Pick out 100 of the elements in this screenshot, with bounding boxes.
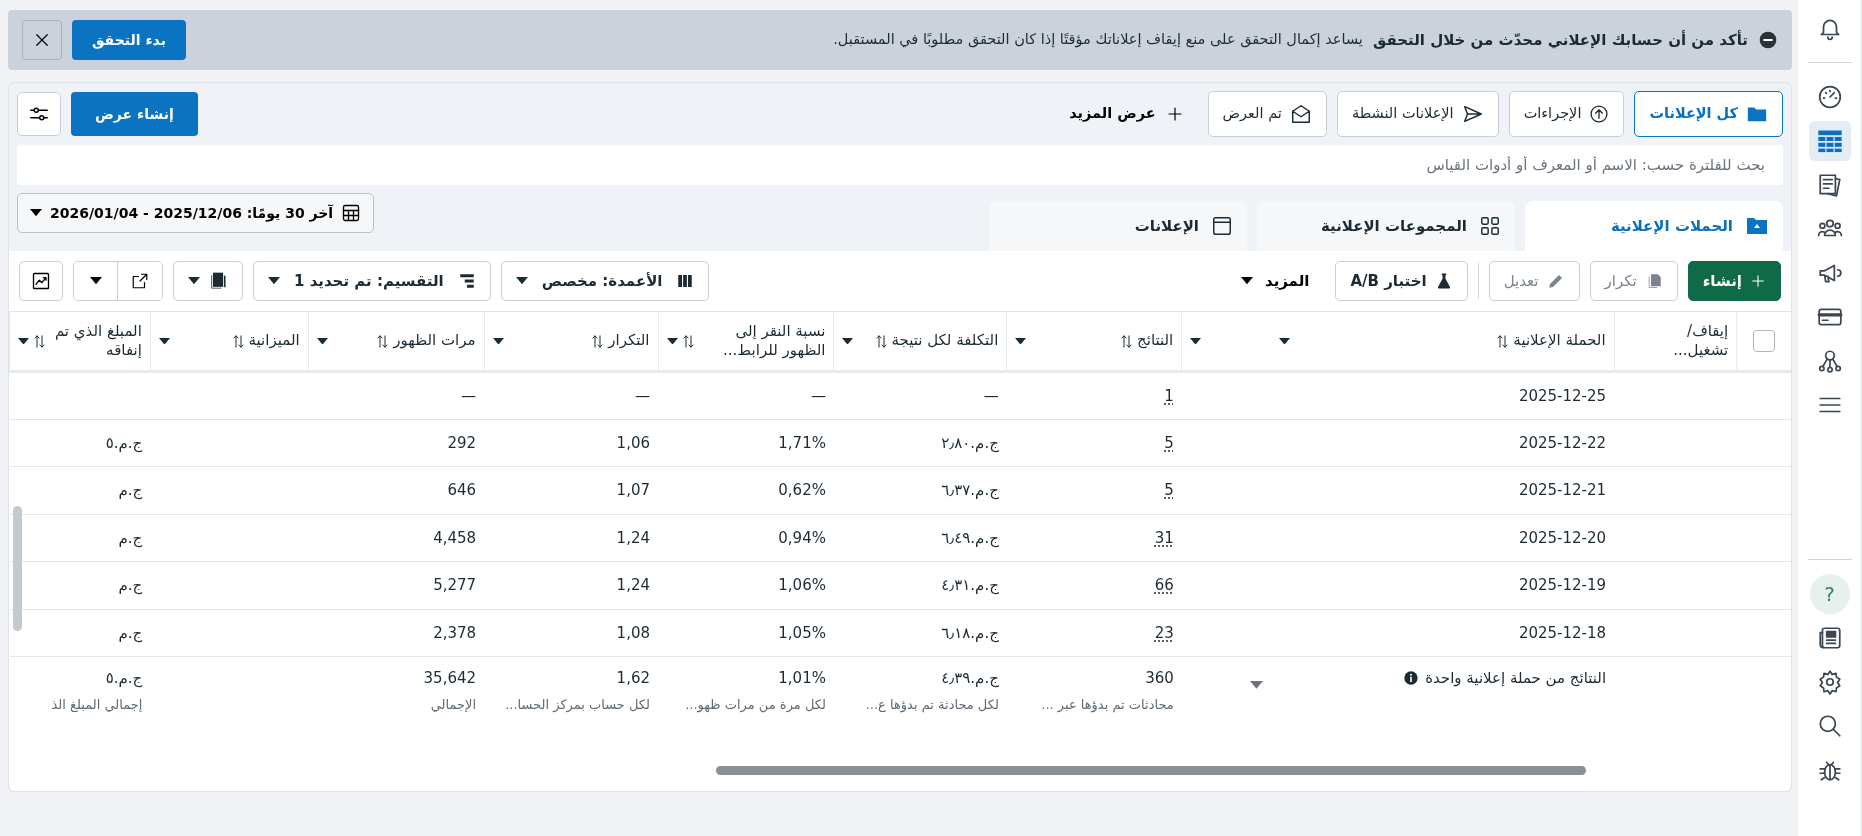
- columns-icon: [676, 272, 695, 290]
- campaign-name[interactable]: 2025-12-22: [1518, 433, 1607, 452]
- table-cell: ج.م.٢٫٨٠: [941, 433, 999, 452]
- total-value: 35,642: [422, 668, 477, 689]
- caret-icon: [1015, 337, 1027, 345]
- table-cell: —: [461, 386, 477, 405]
- table-cell: ج.م.٦٫٣٧: [941, 481, 999, 499]
- banner-title: تأكد من أن حسابك الإعلاني محدّث من خلال التحقق: [1372, 29, 1748, 51]
- table-cell: ج.م.٤٫٣١: [941, 576, 999, 594]
- show-more-button[interactable]: عرض المزيد: [1055, 103, 1198, 125]
- ab-test-button[interactable]: اختبار A/B: [1335, 261, 1468, 301]
- column-header[interactable]: التكرار: [608, 331, 650, 351]
- caret-icon: [1249, 681, 1263, 689]
- table-cell: ج.م: [118, 576, 143, 594]
- close-button[interactable]: [22, 20, 62, 60]
- window-icon: [1211, 215, 1233, 237]
- column-header[interactable]: الحملة الإعلانية: [1513, 331, 1606, 351]
- filter-settings-button[interactable]: [17, 92, 61, 136]
- sort-icon: [1120, 333, 1134, 349]
- view-tab[interactable]: الإعلانات النشطة: [1336, 91, 1499, 137]
- sort-icon: [1496, 333, 1510, 349]
- table-cell: 1,08: [616, 623, 650, 642]
- level-tab[interactable]: الإعلانات: [989, 201, 1247, 251]
- caret-icon: [30, 209, 42, 217]
- pages-icon: [1816, 172, 1843, 198]
- view-tab[interactable]: كل الإعلانات: [1634, 91, 1783, 137]
- sort-icon: [33, 333, 46, 349]
- caret-icon: [1240, 277, 1253, 285]
- caret-icon: [1190, 337, 1202, 345]
- sort-icon: [231, 333, 245, 349]
- total-note: الإجمالي: [429, 695, 477, 714]
- table-cell: —: [635, 386, 650, 405]
- envelope-icon: [1289, 103, 1312, 125]
- sort-icon: [591, 333, 605, 349]
- export-menu-button[interactable]: [74, 262, 118, 300]
- table-cell: ج.م.٥: [105, 433, 143, 452]
- export-icon: [131, 272, 149, 290]
- table-cell: —: [810, 386, 826, 405]
- sidebar-item[interactable]: [1808, 121, 1851, 161]
- caret-icon: [1279, 337, 1291, 345]
- columns-dropdown[interactable]: الأعمدة: مخصص: [500, 261, 710, 301]
- campaign-name[interactable]: 2025-12-19: [1518, 576, 1607, 594]
- calendar-icon: [341, 203, 362, 223]
- table-cell: 5,277: [433, 576, 477, 594]
- search-icon: [1816, 713, 1843, 739]
- horizontal-scrollbar[interactable]: [716, 766, 1586, 775]
- sort-icon: [874, 333, 888, 349]
- table-cell: 31: [1154, 528, 1174, 547]
- table-cell: 1,06: [616, 433, 650, 452]
- view-tab[interactable]: تم العرض: [1207, 91, 1327, 137]
- caret-icon: [188, 277, 200, 285]
- table-cell: 1,07: [616, 481, 650, 499]
- table-cell: ج.م: [118, 623, 143, 642]
- table-cell: 4,458: [433, 528, 477, 547]
- start-verification-button[interactable]: بدء التحقق: [72, 20, 186, 60]
- help-button[interactable]: ?: [1809, 574, 1850, 614]
- table-cell: ج.م: [118, 528, 143, 547]
- campaign-name[interactable]: 2025-12-18: [1518, 623, 1607, 642]
- caret-icon: [842, 337, 854, 345]
- caret-icon: [158, 337, 170, 345]
- table-cell: ج.م.٦٫٤٩: [941, 528, 999, 547]
- total-note: محادثات تم بدؤها عبر ...: [1040, 695, 1174, 714]
- column-header[interactable]: الميزانية: [248, 331, 300, 351]
- blocked-icon: [1758, 30, 1778, 50]
- table-cell: 2,378: [433, 623, 477, 642]
- more-dropdown[interactable]: المزيد: [1224, 269, 1326, 293]
- total-note: إجمالي المبلغ الذ: [50, 695, 143, 714]
- reports-dropdown[interactable]: [173, 261, 243, 301]
- select-all-checkbox[interactable]: [1753, 330, 1776, 352]
- level-tab[interactable]: الحملات الإعلانية: [1525, 201, 1783, 251]
- table-cell: 292: [447, 433, 477, 452]
- table-cell: 66: [1154, 576, 1174, 594]
- sort-icon: [376, 333, 390, 349]
- table-cell: 5: [1164, 433, 1174, 452]
- send-icon: [1461, 103, 1484, 125]
- vertical-scrollbar[interactable]: [13, 506, 22, 631]
- create-button[interactable]: إنشاء: [1687, 261, 1781, 301]
- create-view-button[interactable]: إنشاء عرض: [71, 92, 198, 136]
- table-cell: 1,24: [616, 528, 650, 547]
- column-header[interactable]: مرات الظهور: [393, 331, 476, 351]
- level-tab[interactable]: المجموعات الإعلانية: [1257, 201, 1515, 251]
- caret-icon: [316, 337, 328, 345]
- table-cell: 1,71%: [778, 433, 826, 452]
- date-range-picker[interactable]: آخر 30 يومًا: 2025/12/06 - 2026/01/04: [17, 193, 375, 233]
- table-cell: 23: [1154, 623, 1174, 642]
- total-value: ج.م.٥: [104, 668, 143, 690]
- table-cell: 1,06%: [778, 576, 826, 594]
- view-tab[interactable]: الإجراءات: [1508, 91, 1625, 137]
- charts-button[interactable]: [19, 261, 63, 301]
- column-header[interactable]: النتائج: [1137, 331, 1174, 351]
- breakdown-dropdown[interactable]: التقسيم: تم تحديد 1: [253, 261, 491, 301]
- campaign-name[interactable]: 2025-12-20: [1518, 528, 1607, 547]
- info-icon: [1403, 670, 1420, 687]
- campaign-name[interactable]: 2025-12-25: [1518, 386, 1607, 405]
- table-cell: 1: [1164, 386, 1174, 405]
- table-cell: 1,05%: [778, 623, 826, 642]
- campaign-name[interactable]: 2025-12-21: [1518, 481, 1607, 499]
- total-value: 360: [1144, 668, 1174, 689]
- table-cell: ج.م.٦٫١٨: [941, 623, 999, 642]
- breakdown-icon: [457, 272, 476, 290]
